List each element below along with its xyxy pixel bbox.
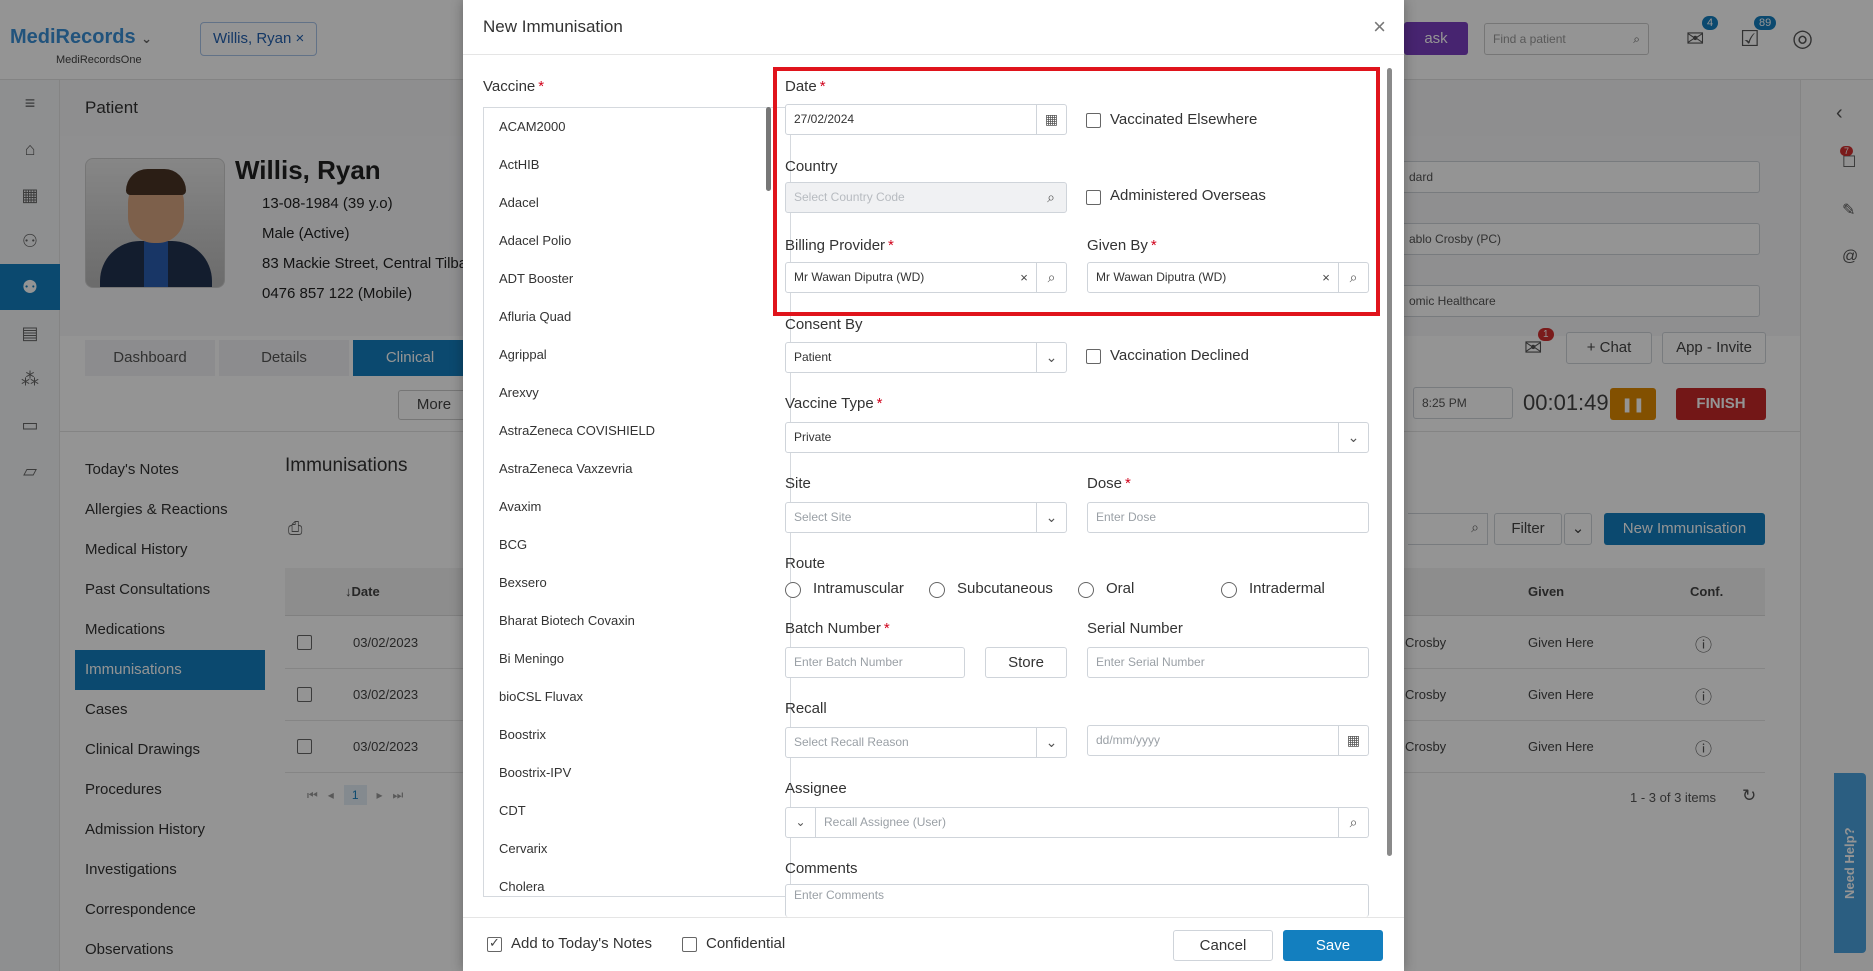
- modal-title: New Immunisation: [483, 17, 623, 36]
- route-oral-radio[interactable]: [1078, 582, 1094, 598]
- vaccinated-elsewhere-label: Vaccinated Elsewhere: [1110, 111, 1258, 128]
- vaccine-list-item[interactable]: Arexvy: [484, 374, 790, 412]
- assignee-label: Assignee: [785, 780, 847, 797]
- vaccine-list-item[interactable]: Bharat Biotech Covaxin: [484, 602, 790, 640]
- site-label: Site: [785, 475, 811, 492]
- given-by-label: Given By *: [1087, 237, 1157, 254]
- vaccine-list-item[interactable]: Afluria Quad: [484, 298, 790, 336]
- vaccine-list-item[interactable]: Agrippal: [484, 336, 790, 374]
- modal-header: New Immunisation ×: [463, 0, 1404, 55]
- vaccine-list[interactable]: ACAM2000 ActHIB Adacel Adacel Polio ADT Boos…: [483, 107, 791, 897]
- billing-provider-label: Billing Provider *: [785, 237, 894, 254]
- dose-label: Dose *: [1087, 475, 1131, 492]
- vaccine-list-item[interactable]: ACAM2000: [484, 108, 790, 146]
- route-oral-label: Oral: [1106, 580, 1135, 597]
- clear-icon[interactable]: ×: [1016, 263, 1032, 292]
- modal-footer: Add to Today's Notes Confidential Cancel…: [463, 917, 1404, 971]
- calendar-icon[interactable]: ▦: [1036, 105, 1066, 134]
- vaccine-list-item[interactable]: Bexsero: [484, 564, 790, 602]
- vaccine-label: Vaccine *: [483, 78, 545, 95]
- date-label: Date *: [785, 78, 826, 95]
- vaccine-list-item[interactable]: Boostrix-IPV: [484, 754, 790, 792]
- vaccine-list-item[interactable]: Bi Meningo: [484, 640, 790, 678]
- administered-overseas-checkbox[interactable]: [1086, 190, 1101, 205]
- search-icon[interactable]: ⌕: [1338, 808, 1368, 837]
- serial-number-label: Serial Number: [1087, 620, 1183, 637]
- vaccine-list-item[interactable]: Cervarix: [484, 830, 790, 868]
- country-label: Country: [785, 158, 838, 175]
- save-button[interactable]: Save: [1283, 930, 1383, 961]
- vaccine-list-item[interactable]: Cholera: [484, 868, 790, 896]
- vaccine-list-scrollbar[interactable]: [766, 107, 771, 191]
- vaccine-list-item[interactable]: Avaxim: [484, 488, 790, 526]
- site-select[interactable]: Select Site ⌄: [785, 502, 1067, 533]
- search-icon[interactable]: ⌕: [1036, 183, 1066, 212]
- route-intramuscular-radio[interactable]: [785, 582, 801, 598]
- chevron-down-icon[interactable]: ⌄: [1036, 503, 1066, 532]
- vaccine-list-item[interactable]: bioCSL Fluvax: [484, 678, 790, 716]
- vaccine-list-item[interactable]: AstraZeneca COVISHIELD: [484, 412, 790, 450]
- chevron-down-icon[interactable]: ⌄: [1338, 423, 1368, 452]
- vaccine-list-item[interactable]: Adacel: [484, 184, 790, 222]
- search-icon[interactable]: ⌕: [1036, 263, 1066, 292]
- vaccination-declined-label: Vaccination Declined: [1110, 347, 1249, 364]
- new-immunisation-modal: New Immunisation × Vaccine * ACAM2000 ActH…: [463, 0, 1404, 971]
- add-to-notes-checkbox[interactable]: [487, 935, 502, 952]
- vaccinated-elsewhere-checkbox[interactable]: [1086, 113, 1101, 128]
- cancel-button[interactable]: Cancel: [1173, 930, 1273, 961]
- assignee-field[interactable]: ⌄ Recall Assignee (User) ⌕: [785, 807, 1369, 838]
- vaccine-list-item[interactable]: ADT Booster: [484, 260, 790, 298]
- route-label: Route: [785, 555, 826, 572]
- country-field[interactable]: Select Country Code ⌕: [785, 182, 1067, 213]
- date-field[interactable]: 27/02/2024 ▦: [785, 104, 1067, 135]
- chevron-down-icon[interactable]: ⌄: [786, 808, 816, 837]
- add-to-notes-label: Add to Today's Notes: [511, 935, 653, 952]
- route-intramuscular-label: Intramuscular: [813, 580, 904, 597]
- comments-label: Comments: [785, 860, 858, 877]
- vaccine-list-item[interactable]: Boostrix: [484, 716, 790, 754]
- dose-input[interactable]: Enter Dose: [1087, 502, 1369, 533]
- comments-textarea[interactable]: Enter Comments: [785, 884, 1369, 917]
- route-subcutaneous-radio[interactable]: [929, 582, 945, 598]
- billing-provider-field[interactable]: Mr Wawan Diputra (WD) × ⌕: [785, 262, 1067, 293]
- vaccine-list-item[interactable]: CDT: [484, 792, 790, 830]
- vaccine-list-item[interactable]: ActHIB: [484, 146, 790, 184]
- recall-date-field[interactable]: dd/mm/yyyy ▦: [1087, 725, 1369, 756]
- administered-overseas-label: Administered Overseas: [1110, 187, 1266, 204]
- vaccine-type-label: Vaccine Type *: [785, 395, 883, 412]
- modal-scrollbar[interactable]: [1387, 68, 1392, 856]
- vaccine-type-select[interactable]: Private ⌄: [785, 422, 1369, 453]
- confidential-checkbox[interactable]: [682, 937, 697, 952]
- route-subcutaneous-label: Subcutaneous: [957, 580, 1053, 597]
- vaccination-declined-checkbox[interactable]: [1086, 349, 1101, 364]
- batch-number-label: Batch Number *: [785, 620, 890, 637]
- serial-number-input[interactable]: Enter Serial Number: [1087, 647, 1369, 678]
- recall-reason-select[interactable]: Select Recall Reason ⌄: [785, 727, 1067, 758]
- chevron-down-icon[interactable]: ⌄: [1036, 343, 1066, 372]
- store-button[interactable]: Store: [985, 647, 1067, 678]
- batch-number-input[interactable]: Enter Batch Number: [785, 647, 965, 678]
- route-intradermal-radio[interactable]: [1221, 582, 1237, 598]
- search-icon[interactable]: ⌕: [1338, 263, 1368, 292]
- close-icon[interactable]: ×: [1373, 14, 1386, 40]
- confidential-label: Confidential: [706, 935, 786, 952]
- vaccine-list-item[interactable]: AstraZeneca Vaxzevria: [484, 450, 790, 488]
- vaccine-list-item[interactable]: Adacel Polio: [484, 222, 790, 260]
- clear-icon[interactable]: ×: [1318, 263, 1334, 292]
- route-intradermal-label: Intradermal: [1249, 580, 1325, 597]
- given-by-field[interactable]: Mr Wawan Diputra (WD) × ⌕: [1087, 262, 1369, 293]
- chevron-down-icon[interactable]: ⌄: [1036, 728, 1066, 757]
- vaccine-list-item[interactable]: BCG: [484, 526, 790, 564]
- consent-by-label: Consent By: [785, 316, 863, 333]
- consent-by-select[interactable]: Patient ⌄: [785, 342, 1067, 373]
- recall-label: Recall: [785, 700, 827, 717]
- calendar-icon[interactable]: ▦: [1338, 726, 1368, 755]
